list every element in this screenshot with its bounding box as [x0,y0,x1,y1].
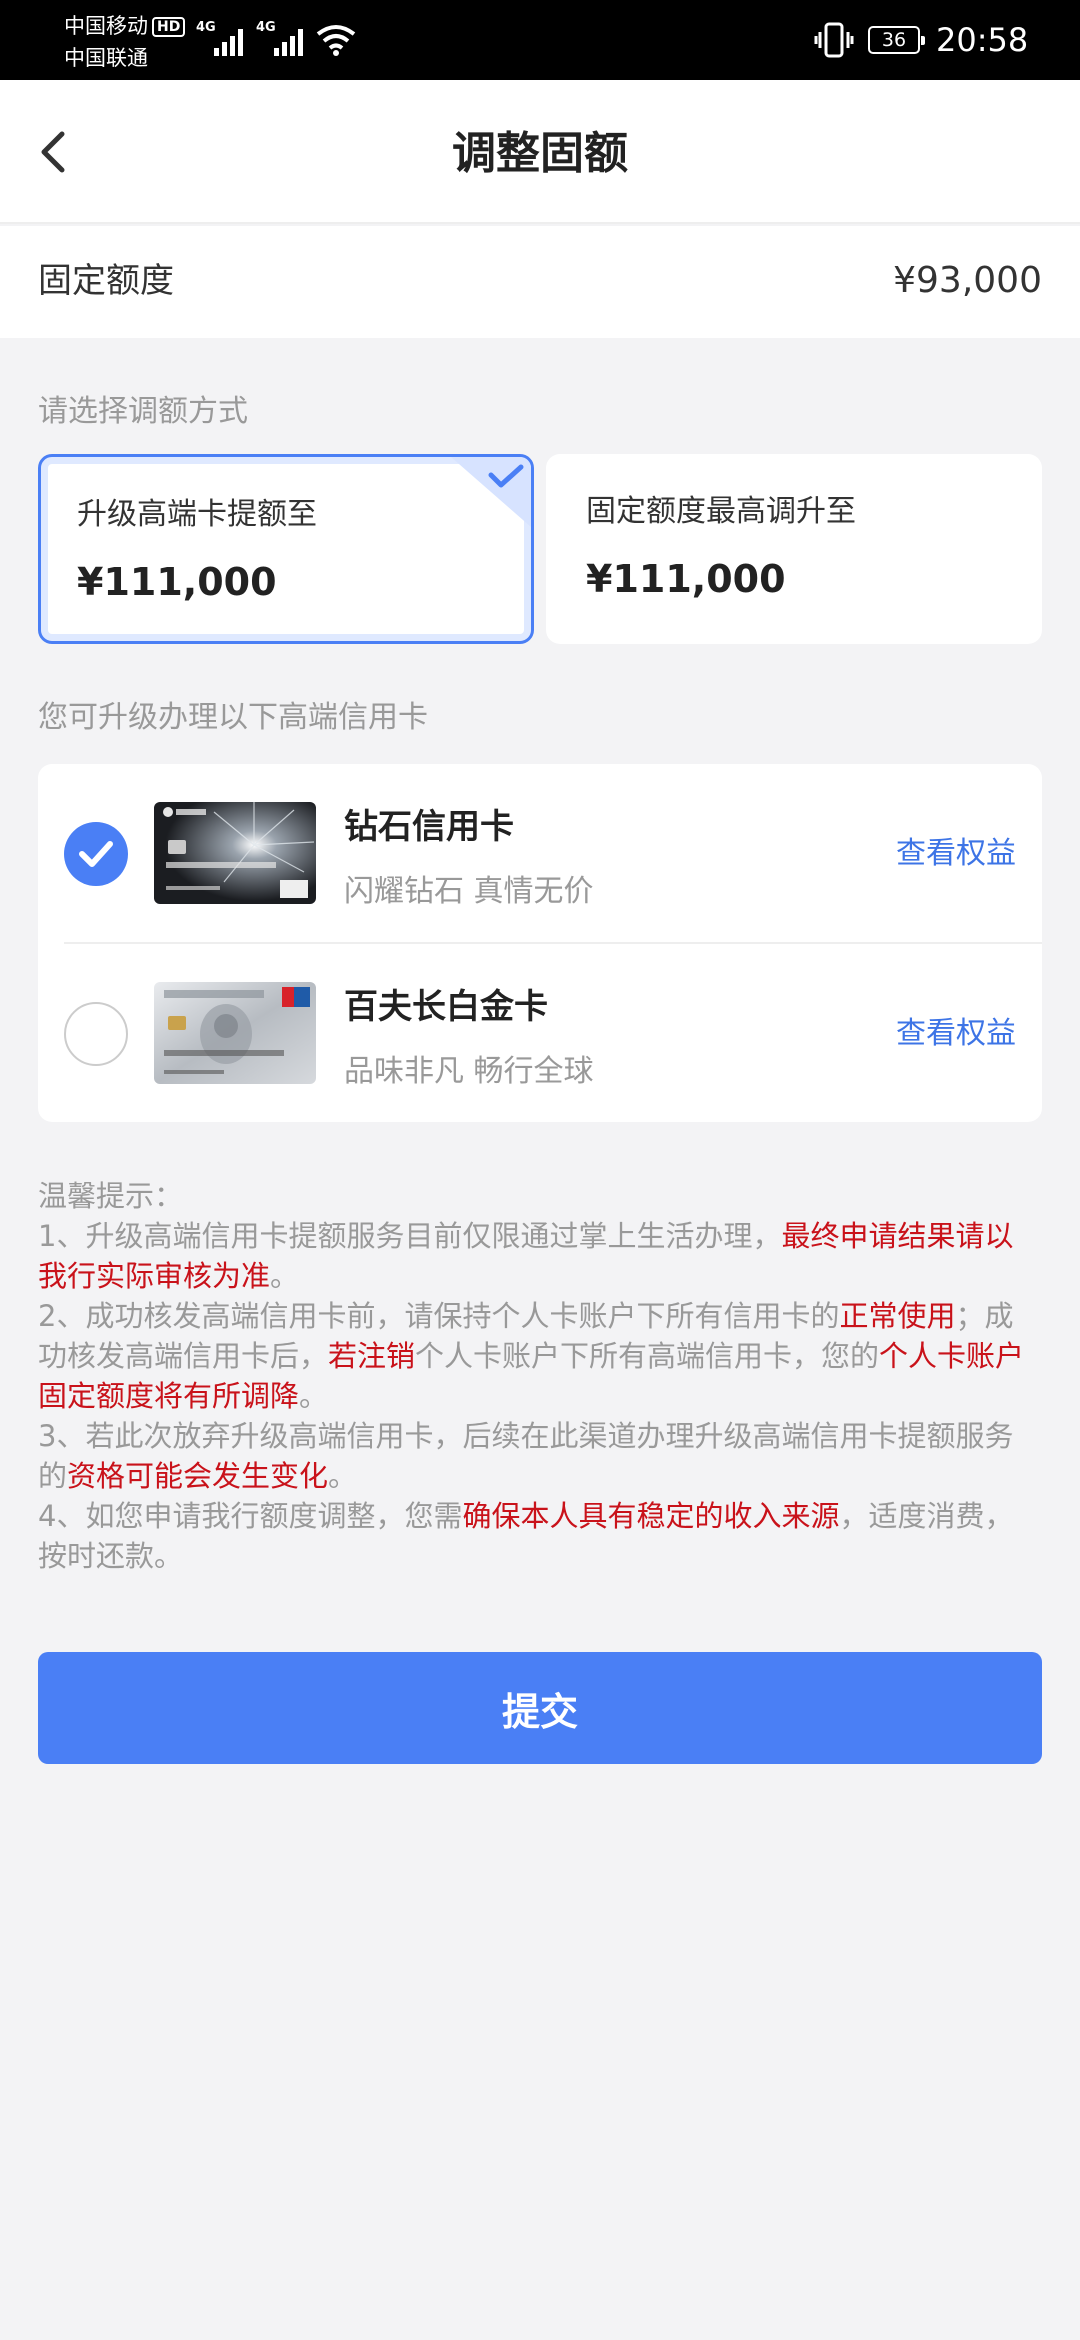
battery-icon: 36 [868,26,925,54]
notice-item-2: 2、成功核发高端信用卡前，请保持个人卡账户下所有信用卡的正常使用；成功核发高端信… [38,1296,1042,1416]
signal-icon: 4G [196,20,246,56]
notice-item-1: 1、升级高端信用卡提额服务目前仅限通过掌上生活办理，最终申请结果请以我行实际审核… [38,1216,1042,1296]
card-list: 钻石信用卡 闪耀钻石 真情无价 查看权益 百夫长白金卡 品味非凡 畅行全球 查看… [38,764,1042,1122]
fixed-quota-row: 固定额度 ¥93,000 [0,226,1080,338]
nav-bar: 调整固额 [0,80,1080,224]
notice-text: 。 [299,1379,329,1413]
notice-text: 。 [328,1459,358,1493]
diamond-card-image [154,802,316,904]
option-upgrade-card[interactable]: 升级高端卡提额至 ¥111,000 [38,454,534,644]
notice-item-4: 4、如您申请我行额度调整，您需确保本人具有稳定的收入来源，适度消费，按时还款。 [38,1496,1042,1576]
notice-text: 个人卡账户下所有高端信用卡，您的 [415,1339,880,1373]
radio-unselected[interactable] [64,1002,128,1066]
radio-selected[interactable] [64,822,128,886]
check-icon [451,457,531,527]
card-desc: 品味非凡 畅行全球 [344,1054,594,1089]
notice-text: 2、成功核发高端信用卡前，请保持个人卡账户下所有信用卡的 [38,1299,840,1333]
notice-title: 温馨提示： [38,1179,184,1213]
page-title: 调整固额 [452,128,628,179]
notice-text: 4、如您申请我行额度调整，您需 [38,1499,463,1533]
network-type-1: 4G [196,20,216,35]
view-benefits-link[interactable]: 查看权益 [896,834,1016,874]
fixed-quota-label: 固定额度 [38,261,174,301]
notice-item-3: 3、若此次放弃升级高端信用卡，后续在此渠道办理升级高端信用卡提额服务的资格可能会… [38,1416,1042,1496]
card-desc: 闪耀钻石 真情无价 [344,874,594,909]
adjust-section-title: 请选择调额方式 [38,394,248,429]
notice-block: 温馨提示： 1、升级高端信用卡提额服务目前仅限通过掌上生活办理，最终申请结果请以… [38,1176,1042,1576]
card-name: 百夫长白金卡 [344,987,548,1027]
notice-highlight: 若注销 [328,1339,416,1373]
card-row-centurion[interactable]: 百夫长白金卡 品味非凡 畅行全球 查看权益 [38,944,1042,1122]
submit-button[interactable]: 提交 [38,1652,1042,1764]
notice-text: 1、升级高端信用卡提额服务目前仅限通过掌上生活办理， [38,1219,782,1253]
carrier-1: 中国移动 HD [64,12,186,40]
notice-text: 。 [270,1259,300,1293]
signal-icon-2: 4G [256,20,306,56]
notice-highlight: 确保本人具有稳定的收入来源 [462,1499,840,1533]
carrier-1-label: 中国移动 [64,14,148,38]
view-benefits-link[interactable]: 查看权益 [896,1014,1016,1054]
centurion-card-image [154,982,316,1084]
option-label: 升级高端卡提额至 [77,497,317,532]
network-type-2: 4G [256,20,276,35]
hd-badge: HD [152,17,186,37]
notice-highlight: 正常使用 [839,1299,956,1333]
option-amount: ¥111,000 [586,557,786,601]
notice-highlight: 资格可能会发生变化 [67,1459,329,1493]
card-name: 钻石信用卡 [344,807,514,847]
fixed-quota-value: ¥93,000 [893,260,1042,301]
status-bar: 中国移动 HD 中国联通 4G 4G 36 20:58 [0,0,1080,80]
wifi-icon [316,25,356,56]
vibrate-icon [814,22,854,58]
card-row-diamond[interactable]: 钻石信用卡 闪耀钻石 真情无价 查看权益 [38,764,1042,942]
option-fixed-increase[interactable]: 固定额度最高调升至 ¥111,000 [546,454,1042,644]
option-amount: ¥111,000 [77,560,277,604]
option-label: 固定额度最高调升至 [586,494,856,529]
clock: 20:58 [936,21,1029,59]
cards-section-title: 您可升级办理以下高端信用卡 [38,700,428,735]
check-icon [79,841,113,867]
carrier-2: 中国联通 [64,46,148,70]
